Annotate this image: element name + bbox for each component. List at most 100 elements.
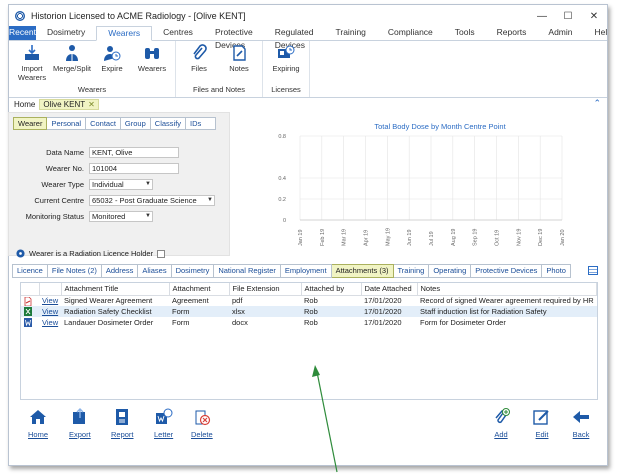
tab-classify[interactable]: Classify	[150, 117, 187, 130]
cell-title: Radiation Safety Checklist	[61, 306, 169, 317]
dose-chart: Total Body Dose by Month Centre Point 0.…	[278, 122, 566, 246]
tab-protective-devices[interactable]: Protective Devices	[471, 264, 543, 278]
menu-help[interactable]: Help	[584, 26, 608, 40]
ribbon-group-files-notes: Files Notes Files and Notes	[176, 41, 263, 97]
tab-attachments[interactable]: Attachments (3)	[331, 264, 394, 278]
document-tabs: Home Olive KENT ✕ ⌃	[9, 98, 607, 111]
menu-wearers[interactable]: Wearers	[96, 26, 153, 41]
current-centre-value: 65032 - Post Graduate Science	[92, 196, 197, 205]
tab-employment[interactable]: Employment	[280, 264, 332, 278]
tab-olive-kent-label: Olive KENT	[43, 100, 86, 109]
view-link[interactable]: View	[42, 318, 58, 327]
minimize-button[interactable]: —	[529, 5, 555, 27]
menu-bar: Recent Dosimetry Wearers Centres Protect…	[9, 26, 608, 50]
view-link[interactable]: View	[42, 307, 58, 316]
table-row[interactable]: View Signed Wearer Agreement Agreement p…	[21, 295, 597, 306]
menu-admin[interactable]: Admin	[537, 26, 583, 40]
col-header-date[interactable]: Date Attached	[361, 283, 418, 296]
import-wearers-label: Import Wearers	[17, 64, 47, 82]
tab-training[interactable]: Training	[393, 264, 430, 278]
table-row[interactable]: View Radiation Safety Checklist Form xls…	[21, 306, 597, 317]
close-tab-icon[interactable]: ✕	[88, 100, 95, 109]
menu-regulated-devices[interactable]: Regulated Devices	[264, 26, 325, 50]
table-row[interactable]: View Landauer Dosimeter Order Form docx …	[21, 317, 597, 328]
ribbon-group-label: Licenses	[271, 85, 301, 94]
expire-button[interactable]: Expire	[92, 41, 132, 84]
tab-address[interactable]: Address	[101, 264, 139, 278]
current-centre-select[interactable]: 65032 - Post Graduate Science ▼	[89, 195, 215, 206]
tab-contact[interactable]: Contact	[86, 117, 121, 130]
letter-icon	[155, 408, 173, 424]
col-header-attachment[interactable]: Attachment	[169, 283, 230, 296]
maximize-button[interactable]: ☐	[555, 5, 581, 27]
delete-button[interactable]: Delete	[191, 408, 213, 439]
edit-button[interactable]: Edit	[533, 408, 551, 439]
back-button[interactable]: Back	[572, 408, 590, 439]
tab-file-notes[interactable]: File Notes (2)	[47, 264, 102, 278]
menu-tools[interactable]: Tools	[444, 26, 486, 40]
grid-layout-icon[interactable]	[588, 266, 598, 275]
merge-split-button[interactable]: Merge/Split	[52, 41, 92, 84]
tab-aliases[interactable]: Aliases	[138, 264, 172, 278]
export-button[interactable]: Export	[69, 408, 91, 439]
notes-button[interactable]: Notes	[219, 41, 259, 84]
tab-wearer[interactable]: Wearer	[13, 117, 48, 130]
tab-group[interactable]: Group	[120, 117, 151, 130]
chart-x-tick-label: Jun 19	[407, 229, 413, 246]
add-button[interactable]: Add	[492, 408, 510, 439]
col-header-title[interactable]: Attachment Title	[61, 283, 170, 296]
chart-x-tick-label: Jan 19	[298, 229, 304, 246]
notes-label: Notes	[229, 64, 249, 73]
app-logo-icon	[15, 11, 25, 21]
chart-y-tick-label: 0.4	[278, 176, 286, 182]
dropdown-arrow-icon: ▼	[207, 197, 213, 203]
col-header-attached-by[interactable]: Attached by	[301, 283, 362, 296]
tab-licence[interactable]: Licence	[12, 264, 48, 278]
tab-photo[interactable]: Photo	[542, 264, 571, 278]
monitoring-status-value: Monitored	[92, 212, 126, 221]
chart-title: Total Body Dose by Month Centre Point	[374, 122, 506, 131]
cell-notes: Staff induction list for Radiation Safet…	[417, 306, 597, 317]
wearer-type-select[interactable]: Individual ▼	[89, 179, 153, 190]
monitoring-status-select[interactable]: Monitored ▼	[89, 211, 153, 222]
col-header-notes[interactable]: Notes	[417, 283, 597, 296]
col-header-icon[interactable]	[21, 283, 40, 296]
import-wearers-button[interactable]: Import Wearers	[12, 41, 52, 84]
tab-home[interactable]: Home	[14, 100, 35, 109]
close-button[interactable]: ✕	[581, 5, 607, 27]
menu-training[interactable]: Training	[325, 26, 377, 40]
menu-recent[interactable]: Recent	[9, 26, 36, 40]
add-attachment-icon	[495, 408, 510, 424]
menu-compliance[interactable]: Compliance	[377, 26, 444, 40]
cell-title: Signed Wearer Agreement	[64, 296, 153, 306]
home-button[interactable]: Home	[28, 408, 48, 439]
col-header-link[interactable]	[39, 283, 62, 296]
tab-national-register[interactable]: National Register	[214, 264, 281, 278]
col-header-extension[interactable]: File Extension	[229, 283, 302, 296]
menu-reports[interactable]: Reports	[486, 26, 538, 40]
wearer-no-field[interactable]: 101004	[89, 163, 179, 174]
tab-personal[interactable]: Personal	[47, 117, 87, 130]
cell-title: Landauer Dosimeter Order	[64, 318, 154, 327]
report-button[interactable]: Report	[111, 408, 134, 439]
licence-holder-checkbox[interactable]	[157, 249, 166, 258]
collapse-chevron-icon[interactable]: ⌃	[593, 98, 601, 109]
expiring-button[interactable]: Expiring	[266, 41, 306, 84]
import-icon	[25, 45, 39, 60]
licence-holder-label: Wearer is a Radiation Licence Holder	[29, 249, 154, 258]
data-name-label: Data Name	[46, 148, 84, 157]
tab-olive-kent[interactable]: Olive KENT ✕	[39, 99, 99, 110]
view-link[interactable]: View	[42, 296, 58, 305]
current-centre-label: Current Centre	[34, 196, 84, 205]
wearers-button[interactable]: Wearers	[132, 41, 172, 84]
letter-button[interactable]: Letter	[154, 408, 173, 439]
files-button[interactable]: Files	[179, 41, 219, 84]
tab-operating[interactable]: Operating	[429, 264, 472, 278]
tab-dosimetry[interactable]: Dosimetry	[171, 264, 215, 278]
data-name-field[interactable]: KENT, Olive	[89, 147, 179, 158]
menu-centres[interactable]: Centres	[152, 26, 204, 40]
delete-label: Delete	[191, 430, 213, 439]
tab-ids[interactable]: IDs	[186, 117, 217, 130]
menu-protective-devices[interactable]: Protective Devices	[204, 26, 264, 50]
menu-dosimetry[interactable]: Dosimetry	[36, 26, 96, 40]
